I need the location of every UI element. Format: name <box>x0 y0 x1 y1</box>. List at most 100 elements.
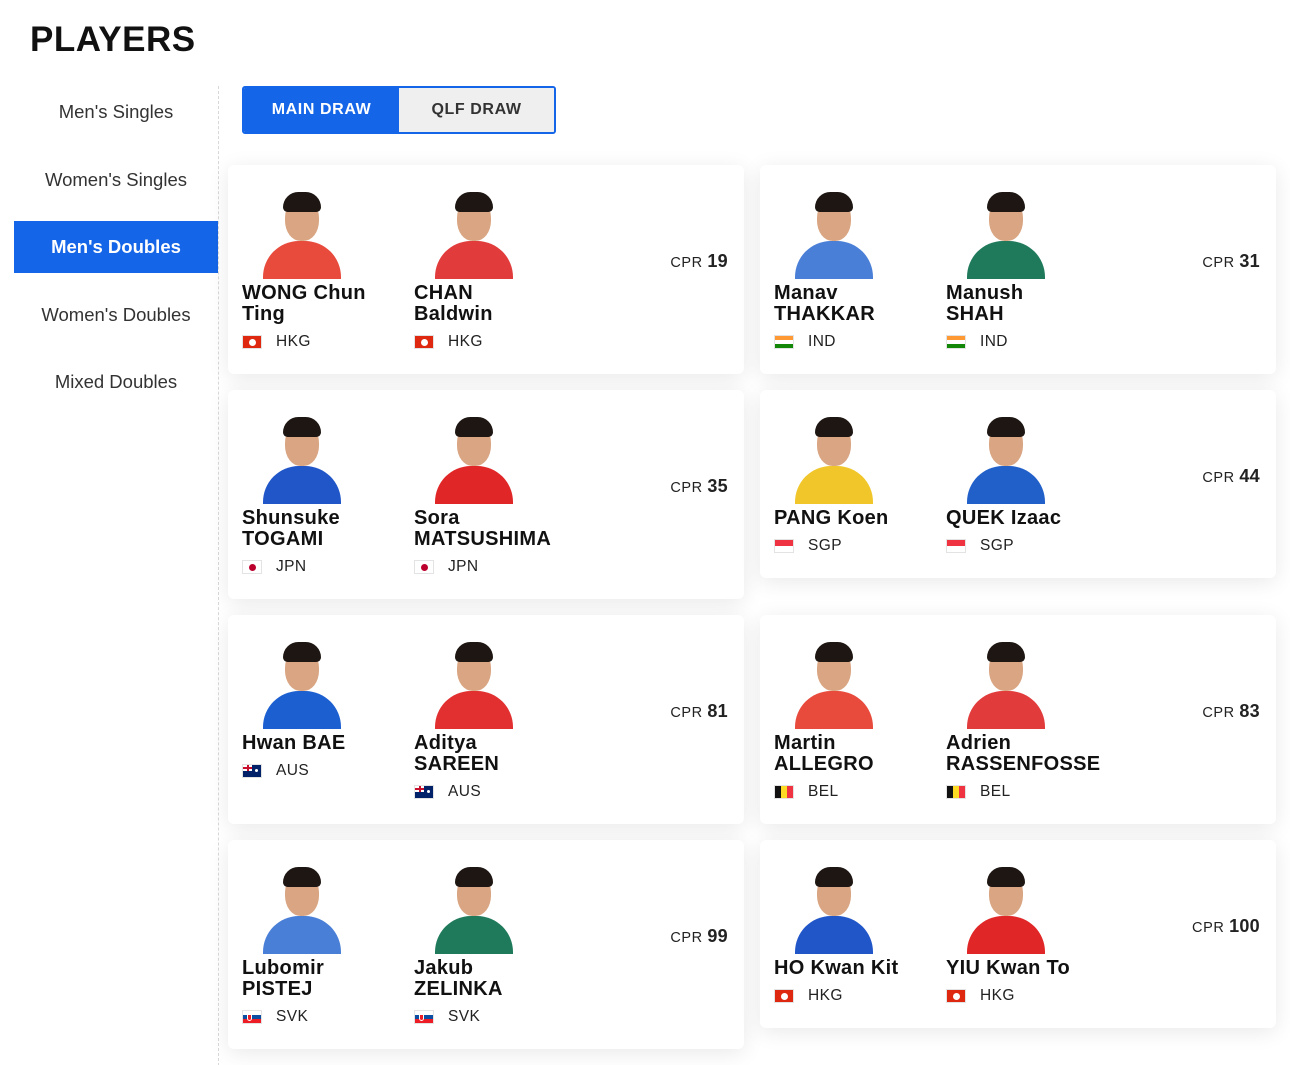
player-country: IND <box>774 333 939 351</box>
pair-card[interactable]: Hwan BAE AUS Aditya SAREEN AUS CPR 81 <box>228 615 744 824</box>
pair-card[interactable]: Shunsuke TOGAMI JPN Sora MATSUSHIMA JPN … <box>228 390 744 599</box>
player-photo-hair <box>987 867 1025 887</box>
player-photo-hair <box>815 417 853 437</box>
player-name: CHAN Baldwin <box>414 283 579 325</box>
player-photo-jersey <box>435 241 513 279</box>
player-name: WONG Chun Ting <box>242 283 407 325</box>
player-photo <box>788 639 878 729</box>
player-photo-hair <box>987 642 1025 662</box>
player-entry[interactable]: Adrien RASSENFOSSE BEL <box>946 639 1111 801</box>
player-name-line2: PISTEJ <box>242 978 313 1000</box>
player-name-line1: Hwan BAE <box>242 732 346 754</box>
country-code: AUS <box>276 762 310 779</box>
pair-card[interactable]: WONG Chun Ting HKG CHAN Baldwin HKG CPR … <box>228 165 744 374</box>
player-name-line2: TOGAMI <box>242 528 324 550</box>
player-entry[interactable]: Sora MATSUSHIMA JPN <box>414 414 579 576</box>
flag-ind-icon <box>946 335 966 349</box>
country-code: HKG <box>276 333 311 350</box>
player-name-line1: Aditya <box>414 732 477 754</box>
player-country: IND <box>946 333 1111 351</box>
player-name: Manav THAKKAR <box>774 283 939 325</box>
player-entry[interactable]: CHAN Baldwin HKG <box>414 189 579 351</box>
cpr-label: CPR <box>670 705 703 721</box>
player-name: Jakub ZELINKA <box>414 958 579 1000</box>
player-name-line2: SHAH <box>946 303 1004 325</box>
cpr-rank: CPR 83 <box>1202 701 1260 722</box>
player-photo <box>960 189 1050 279</box>
player-entry[interactable]: Martin ALLEGRO BEL <box>774 639 939 801</box>
player-country: JPN <box>242 558 407 576</box>
player-name: Sora MATSUSHIMA <box>414 508 579 550</box>
player-name-line2: Ting <box>242 303 286 325</box>
player-photo-jersey <box>795 241 873 279</box>
player-photo-jersey <box>435 691 513 729</box>
player-country: BEL <box>946 783 1111 801</box>
player-country: SGP <box>774 537 939 555</box>
sidebar-item-womens-doubles[interactable]: Women's Doubles <box>14 289 218 341</box>
main-draw-button[interactable]: MAIN DRAW <box>244 88 399 132</box>
player-entry[interactable]: YIU Kwan To HKG <box>946 864 1111 1005</box>
country-code: IND <box>808 333 836 350</box>
player-photo <box>788 864 878 954</box>
player-photo <box>788 189 878 279</box>
player-entry[interactable]: WONG Chun Ting HKG <box>242 189 407 351</box>
player-name-line1: CHAN <box>414 282 473 304</box>
cpr-rank: CPR 19 <box>670 251 728 272</box>
country-code: BEL <box>980 783 1011 800</box>
player-name-line1: PANG Koen <box>774 507 889 529</box>
flag-jpn-icon <box>242 560 262 574</box>
cpr-label: CPR <box>1192 920 1225 936</box>
player-entry[interactable]: Manav THAKKAR IND <box>774 189 939 351</box>
cpr-label: CPR <box>670 930 703 946</box>
sidebar-item-mixed-doubles[interactable]: Mixed Doubles <box>14 356 218 408</box>
player-name-line2: ZELINKA <box>414 978 503 1000</box>
player-country: JPN <box>414 558 579 576</box>
player-photo <box>256 864 346 954</box>
country-code: JPN <box>448 558 479 575</box>
player-photo-jersey <box>263 916 341 954</box>
cpr-value: 31 <box>1239 251 1260 271</box>
player-name-line1: Manav <box>774 282 838 304</box>
pair-card[interactable]: Manav THAKKAR IND Manush SHAH IND CPR 31 <box>760 165 1276 374</box>
player-photo-hair <box>455 192 493 212</box>
player-photo-jersey <box>967 691 1045 729</box>
player-country: HKG <box>242 333 407 351</box>
player-entry[interactable]: Jakub ZELINKA SVK <box>414 864 579 1026</box>
flag-sgp-icon <box>946 539 966 553</box>
player-entry[interactable]: PANG Koen SGP <box>774 414 939 555</box>
cpr-rank: CPR 99 <box>670 926 728 947</box>
player-entry[interactable]: QUEK Izaac SGP <box>946 414 1111 555</box>
player-name-line1: Adrien <box>946 732 1012 754</box>
cpr-value: 100 <box>1229 916 1260 936</box>
player-entry[interactable]: Shunsuke TOGAMI JPN <box>242 414 407 576</box>
player-photo-hair <box>283 867 321 887</box>
player-entry[interactable]: HO Kwan Kit HKG <box>774 864 939 1005</box>
player-photo <box>960 414 1050 504</box>
player-entry[interactable]: Hwan BAE AUS <box>242 639 407 780</box>
player-photo <box>256 639 346 729</box>
flag-ind-icon <box>774 335 794 349</box>
country-code: BEL <box>808 783 839 800</box>
pair-card[interactable]: Martin ALLEGRO BEL Adrien RASSENFOSSE BE… <box>760 615 1276 824</box>
player-photo-jersey <box>263 691 341 729</box>
country-code: HKG <box>980 987 1015 1004</box>
qlf-draw-button[interactable]: QLF DRAW <box>399 88 554 132</box>
pair-card[interactable]: HO Kwan Kit HKG YIU Kwan To HKG CPR 100 <box>760 840 1276 1028</box>
player-country: AUS <box>242 762 407 780</box>
cpr-label: CPR <box>670 480 703 496</box>
player-name: Shunsuke TOGAMI <box>242 508 407 550</box>
player-photo <box>960 864 1050 954</box>
sidebar-item-mens-singles[interactable]: Men's Singles <box>14 86 218 138</box>
sidebar-item-womens-singles[interactable]: Women's Singles <box>14 154 218 206</box>
player-name-line2: RASSENFOSSE <box>946 753 1101 775</box>
player-photo <box>256 414 346 504</box>
player-photo-hair <box>283 417 321 437</box>
player-entry[interactable]: Aditya SAREEN AUS <box>414 639 579 801</box>
player-entry[interactable]: Manush SHAH IND <box>946 189 1111 351</box>
pair-card[interactable]: PANG Koen SGP QUEK Izaac SGP CPR 44 <box>760 390 1276 578</box>
player-photo <box>428 639 518 729</box>
player-photo-jersey <box>967 241 1045 279</box>
pair-card[interactable]: Lubomir PISTEJ SVK Jakub ZELINKA SVK CPR… <box>228 840 744 1049</box>
sidebar-item-mens-doubles[interactable]: Men's Doubles <box>14 221 218 273</box>
player-entry[interactable]: Lubomir PISTEJ SVK <box>242 864 407 1026</box>
